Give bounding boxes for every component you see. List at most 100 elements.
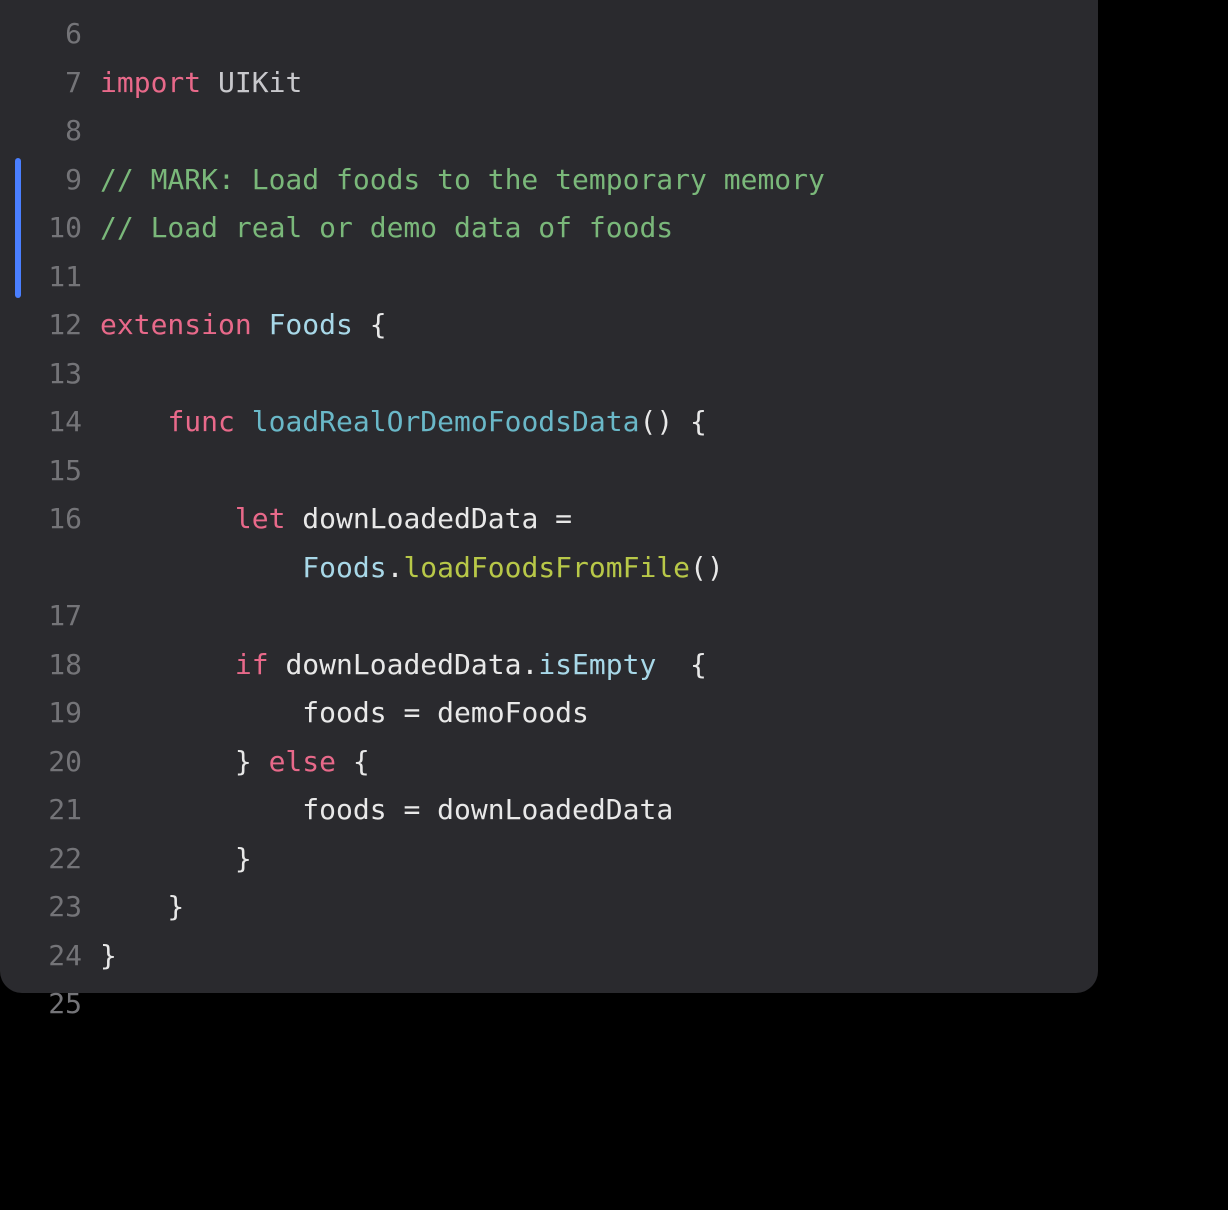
code-content[interactable]: } <box>100 835 1098 884</box>
token-type: Foods <box>302 551 386 584</box>
line-number: 18 <box>0 641 100 690</box>
code-content[interactable]: } else { <box>100 738 1098 787</box>
line-number: 11 <box>0 253 100 302</box>
code-line[interactable]: 8 <box>0 107 1098 156</box>
line-number: 9 <box>0 156 100 205</box>
token-punct: () <box>690 551 724 584</box>
token-punct: } <box>100 890 184 923</box>
token-method: loadFoodsFromFile <box>403 551 690 584</box>
line-number: 15 <box>0 447 100 496</box>
code-content[interactable]: if downLoadedData.isEmpty { <box>100 641 1098 690</box>
code-line[interactable]: 7import UIKit <box>0 59 1098 108</box>
code-line[interactable]: 23 } <box>0 883 1098 932</box>
code-line[interactable]: 25 <box>0 980 1098 1029</box>
line-number: 6 <box>0 10 100 59</box>
token-kw-ext: extension <box>100 308 252 341</box>
code-line[interactable]: 14 func loadRealOrDemoFoodsData() { <box>0 398 1098 447</box>
token-punct: . <box>387 551 404 584</box>
code-line[interactable]: 22 } <box>0 835 1098 884</box>
code-content[interactable]: foods = downLoadedData <box>100 786 1098 835</box>
token-punct <box>269 648 286 681</box>
code-line[interactable]: 19 foods = demoFoods <box>0 689 1098 738</box>
token-type: Foods <box>269 308 353 341</box>
token-punct <box>100 502 235 535</box>
code-line[interactable]: 12extension Foods { <box>0 301 1098 350</box>
token-comment: // Load real or demo data of foods <box>100 211 673 244</box>
token-punct <box>201 66 218 99</box>
token-funcname: loadRealOrDemoFoodsData <box>252 405 640 438</box>
token-punct <box>100 405 167 438</box>
code-line[interactable]: 13 <box>0 350 1098 399</box>
token-punct: } <box>100 842 252 875</box>
token-punct: = <box>387 793 438 826</box>
token-punct: } <box>100 745 269 778</box>
code-content[interactable]: extension Foods { <box>100 301 1098 350</box>
code-content[interactable]: import UIKit <box>100 59 1098 108</box>
token-punct: . <box>521 648 538 681</box>
line-number: 12 <box>0 301 100 350</box>
code-line[interactable]: 20 } else { <box>0 738 1098 787</box>
code-content[interactable]: // Load real or demo data of foods <box>100 204 1098 253</box>
line-number: 23 <box>0 883 100 932</box>
code-content[interactable]: foods = demoFoods <box>100 689 1098 738</box>
code-content[interactable]: func loadRealOrDemoFoodsData() { <box>100 398 1098 447</box>
token-kw-if: if <box>235 648 269 681</box>
token-comment: // MARK: Load foods to the temporary mem… <box>100 163 825 196</box>
code-content[interactable]: } <box>100 932 1098 981</box>
token-punct: = <box>538 502 572 535</box>
code-content[interactable]: } <box>100 883 1098 932</box>
token-ident: foods <box>302 793 386 826</box>
code-line[interactable]: 17 <box>0 592 1098 641</box>
code-line[interactable]: 18 if downLoadedData.isEmpty { <box>0 641 1098 690</box>
token-punct: = <box>387 696 438 729</box>
token-ident: foods <box>302 696 386 729</box>
token-kw-else: else <box>269 745 336 778</box>
code-line[interactable]: 16 let downLoadedData = <box>0 495 1098 544</box>
line-number: 10 <box>0 204 100 253</box>
line-number: 8 <box>0 107 100 156</box>
token-prop: isEmpty <box>538 648 656 681</box>
token-punct <box>100 551 302 584</box>
code-line[interactable]: 10// Load real or demo data of foods <box>0 204 1098 253</box>
code-line[interactable]: 21 foods = downLoadedData <box>0 786 1098 835</box>
token-punct <box>285 502 302 535</box>
token-punct <box>100 648 235 681</box>
token-kw-func: func <box>167 405 234 438</box>
line-number: 24 <box>0 932 100 981</box>
token-punct <box>235 405 252 438</box>
line-number: 22 <box>0 835 100 884</box>
line-number: 14 <box>0 398 100 447</box>
code-line[interactable]: Foods.loadFoodsFromFile() <box>0 544 1098 593</box>
code-content[interactable]: // MARK: Load foods to the temporary mem… <box>100 156 1098 205</box>
token-ident: demoFoods <box>437 696 589 729</box>
line-number: 13 <box>0 350 100 399</box>
code-line[interactable]: 24} <box>0 932 1098 981</box>
token-punct: } <box>100 939 117 972</box>
token-ident: downLoadedData <box>285 648 521 681</box>
code-editor[interactable]: 67import UIKit89// MARK: Load foods to t… <box>0 0 1098 993</box>
code-line[interactable]: 9// MARK: Load foods to the temporary me… <box>0 156 1098 205</box>
token-ident: downLoadedData <box>437 793 673 826</box>
code-line[interactable]: 15 <box>0 447 1098 496</box>
token-punct <box>100 696 302 729</box>
token-ident: downLoadedData <box>302 502 538 535</box>
token-punct: { <box>353 308 387 341</box>
code-line[interactable]: 11 <box>0 253 1098 302</box>
token-kw-import: import <box>100 66 201 99</box>
line-number: 25 <box>0 980 100 1029</box>
code-lines: 67import UIKit89// MARK: Load foods to t… <box>0 10 1098 1029</box>
line-number: 19 <box>0 689 100 738</box>
token-punct: { <box>336 745 370 778</box>
token-kw-let: let <box>235 502 286 535</box>
token-module: UIKit <box>218 66 302 99</box>
code-content[interactable]: Foods.loadFoodsFromFile() <box>100 544 1098 593</box>
line-number: 17 <box>0 592 100 641</box>
token-punct: () { <box>639 405 706 438</box>
line-number: 20 <box>0 738 100 787</box>
code-line[interactable]: 6 <box>0 10 1098 59</box>
token-punct <box>100 793 302 826</box>
code-content[interactable]: let downLoadedData = <box>100 495 1098 544</box>
token-punct: { <box>656 648 707 681</box>
line-number: 7 <box>0 59 100 108</box>
line-number: 16 <box>0 495 100 544</box>
